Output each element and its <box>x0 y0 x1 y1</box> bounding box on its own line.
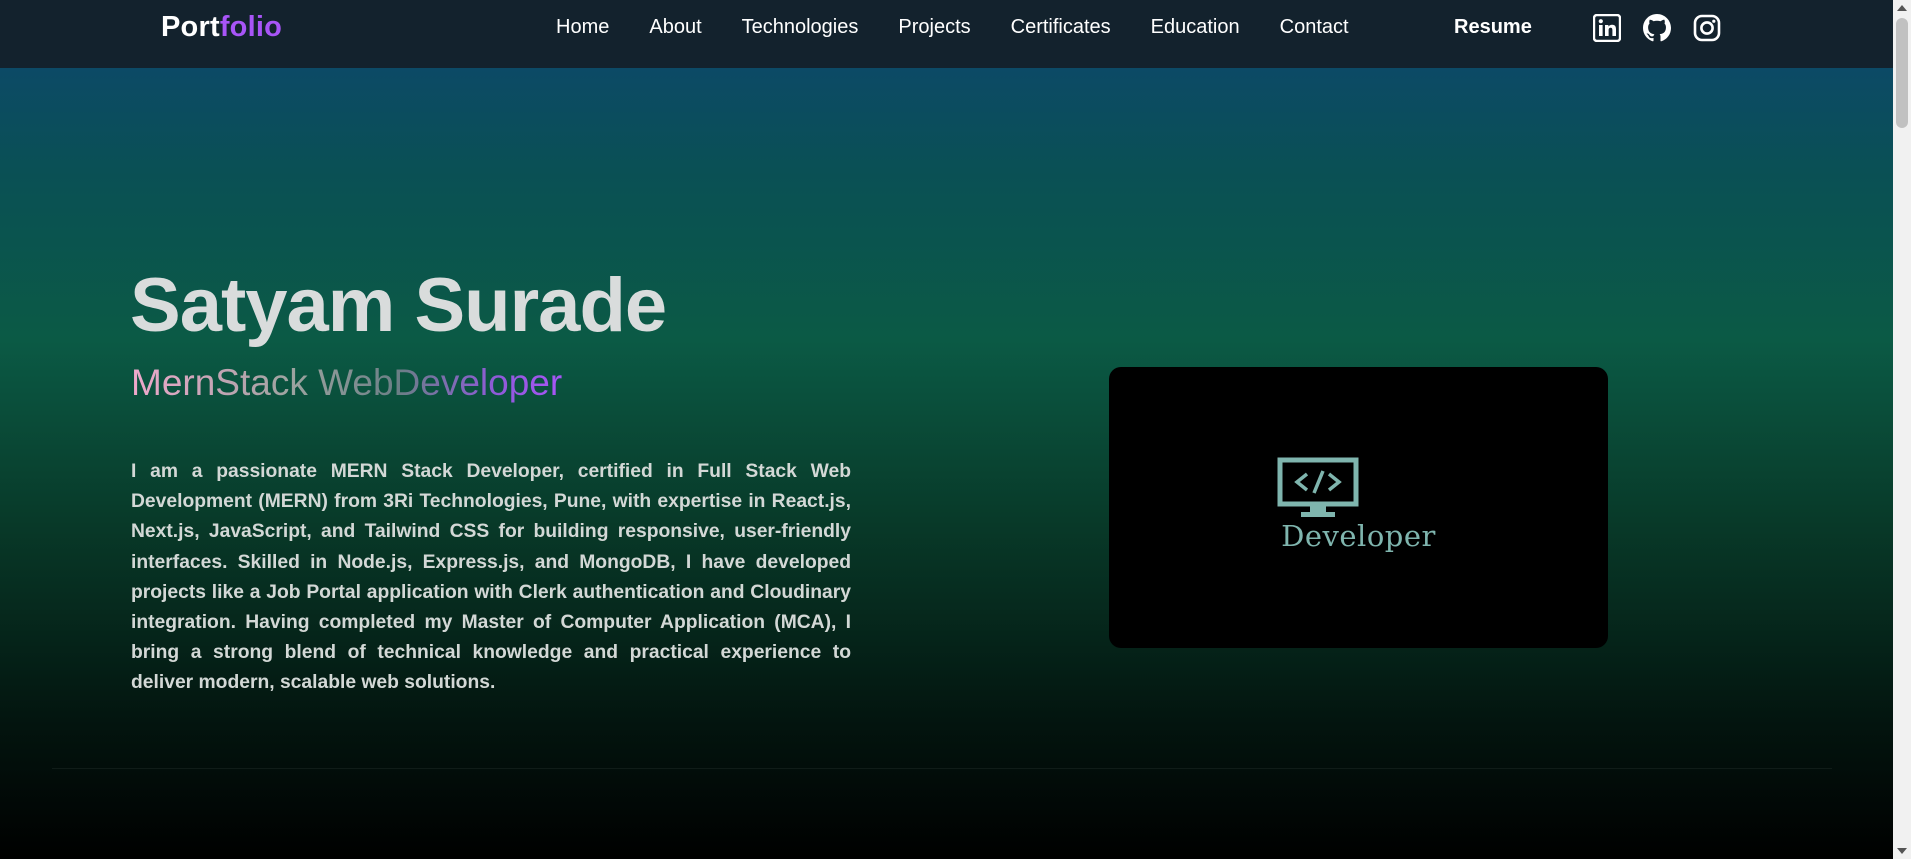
nav-link-about[interactable]: About <box>649 16 701 39</box>
hero-description: I am a passionate MERN Stack Developer, … <box>131 461 851 694</box>
developer-card: Developer <box>1109 367 1608 648</box>
nav-link-projects[interactable]: Projects <box>898 16 970 39</box>
social-links <box>1593 14 1721 42</box>
monitor-code-icon <box>1277 457 1359 517</box>
section-divider <box>52 768 1832 769</box>
logo-text-part2: folio <box>219 11 283 43</box>
github-icon[interactable] <box>1643 14 1671 42</box>
scroll-down-arrow-icon[interactable] <box>1897 848 1907 854</box>
scroll-up-arrow-icon[interactable] <box>1897 5 1907 11</box>
logo-text-part1: Port <box>161 11 220 43</box>
scrollbar-thumb[interactable] <box>1896 18 1908 128</box>
linkedin-icon[interactable] <box>1593 14 1621 42</box>
nav-links: Home About Technologies Projects Certifi… <box>556 16 1349 39</box>
nav-link-technologies[interactable]: Technologies <box>742 16 859 39</box>
navbar: Portfolio Home About Technologies Projec… <box>0 0 1893 68</box>
hero-name: Satyam Surade <box>130 263 667 348</box>
resume-link[interactable]: Resume <box>1454 16 1532 39</box>
instagram-icon[interactable] <box>1693 14 1721 42</box>
nav-link-home[interactable]: Home <box>556 16 609 39</box>
logo[interactable]: Portfolio <box>161 11 282 44</box>
developer-card-label: Developer <box>1281 519 1436 553</box>
hero-title: MernStack WebDeveloper <box>131 362 563 403</box>
nav-link-certificates[interactable]: Certificates <box>1011 16 1111 39</box>
scrollbar[interactable] <box>1893 0 1911 859</box>
nav-link-contact[interactable]: Contact <box>1280 16 1349 39</box>
nav-link-education[interactable]: Education <box>1151 16 1240 39</box>
